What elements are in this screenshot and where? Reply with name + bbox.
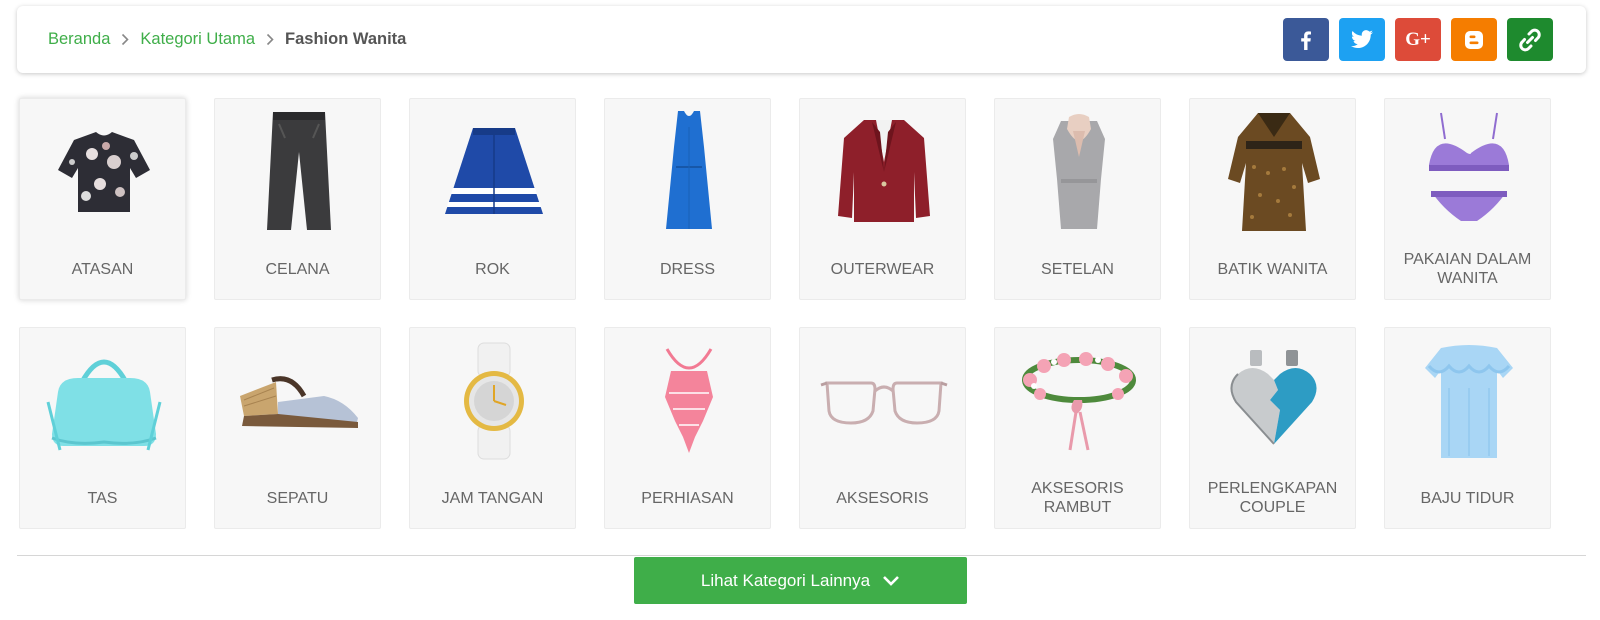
category-label: BAJU TIDUR: [1420, 489, 1515, 507]
category-card-perhiasan[interactable]: PERHIASAN: [604, 327, 771, 529]
lingerie-icon: [1385, 99, 1552, 244]
share-blogger-button[interactable]: [1451, 18, 1497, 61]
handbag-icon: [20, 328, 187, 473]
category-card-pakaian-dalam-wanita[interactable]: PAKAIAN DALAM WANITA: [1384, 98, 1551, 300]
see-more-categories-button[interactable]: Lihat Kategori Lainnya: [634, 557, 967, 604]
batik-dress-icon: [1190, 99, 1357, 244]
category-label: AKSESORIS: [836, 489, 929, 507]
share-link-button[interactable]: [1507, 18, 1553, 61]
category-label: ATASAN: [71, 260, 134, 278]
category-card-outerwear[interactable]: OUTERWEAR: [799, 98, 966, 300]
category-card-celana[interactable]: CELANA: [214, 98, 381, 300]
share-twitter-button[interactable]: [1339, 18, 1385, 61]
wedge-sandal-icon: [215, 328, 382, 473]
skirt-icon: [410, 99, 577, 244]
category-label: PAKAIAN DALAM WANITA: [1403, 251, 1532, 287]
category-label: JAM TANGAN: [441, 489, 544, 507]
category-label: TAS: [87, 489, 118, 507]
twitter-icon: [1351, 29, 1373, 48]
category-card-rok[interactable]: ROK: [409, 98, 576, 300]
category-label: PERHIASAN: [641, 489, 734, 507]
category-label: OUTERWEAR: [830, 260, 935, 278]
category-card-aksesoris[interactable]: AKSESORIS: [799, 327, 966, 529]
breadcrumb: Beranda Kategori Utama Fashion Wanita: [48, 6, 406, 73]
category-card-atasan[interactable]: ATASAN: [19, 98, 186, 300]
blouse-icon: [20, 99, 187, 244]
chevron-right-icon: [121, 33, 130, 46]
share-google-plus-button[interactable]: G+: [1395, 18, 1441, 61]
breadcrumb-home-link[interactable]: Beranda: [48, 30, 110, 49]
dress-icon: [605, 99, 772, 244]
category-label: AKSESORIS RAMBUT: [1031, 480, 1124, 516]
category-label: PERLENGKAPAN COUPLE: [1207, 480, 1338, 516]
chevron-down-icon: [882, 575, 900, 587]
pants-icon: [215, 99, 382, 244]
necklace-icon: [605, 328, 772, 473]
breadcrumb-parent-link[interactable]: Kategori Utama: [140, 30, 255, 49]
share-facebook-button[interactable]: [1283, 18, 1329, 61]
category-label: SEPATU: [266, 489, 329, 507]
category-card-aksesoris-rambut[interactable]: AKSESORIS RAMBUT: [994, 327, 1161, 529]
blazer-icon: [800, 99, 967, 244]
category-label: DRESS: [659, 260, 716, 278]
blogger-icon: [1465, 30, 1483, 49]
eyeglasses-icon: [800, 328, 967, 473]
breadcrumb-bar: Beranda Kategori Utama Fashion Wanita G+: [17, 6, 1586, 73]
category-label: CELANA: [265, 260, 330, 278]
category-card-tas[interactable]: TAS: [19, 327, 186, 529]
category-card-baju-tidur[interactable]: BAJU TIDUR: [1384, 327, 1551, 529]
chevron-right-icon: [266, 33, 274, 46]
link-icon: [1519, 28, 1541, 51]
category-card-dress[interactable]: DRESS: [604, 98, 771, 300]
category-label: BATIK WANITA: [1217, 260, 1328, 278]
flower-crown-icon: [995, 328, 1162, 473]
nightgown-icon: [1385, 328, 1552, 473]
wristwatch-icon: [410, 328, 577, 473]
divider: [17, 555, 1586, 556]
category-label: SETELAN: [1041, 260, 1114, 278]
google-plus-icon: G+: [1405, 28, 1431, 50]
share-buttons: G+: [1283, 18, 1553, 61]
category-card-batik-wanita[interactable]: BATIK WANITA: [1189, 98, 1356, 300]
facebook-icon: [1301, 30, 1311, 50]
category-card-perlengkapan-couple[interactable]: PERLENGKAPAN COUPLE: [1189, 327, 1356, 529]
heart-pendant-icon: [1190, 328, 1357, 473]
category-card-jam-tangan[interactable]: JAM TANGAN: [409, 327, 576, 529]
breadcrumb-current: Fashion Wanita: [285, 30, 407, 48]
category-card-sepatu[interactable]: SEPATU: [214, 327, 381, 529]
see-more-label: Lihat Kategori Lainnya: [700, 570, 871, 590]
suit-set-icon: [995, 99, 1162, 244]
category-label: ROK: [475, 260, 510, 278]
category-card-setelan[interactable]: SETELAN: [994, 98, 1161, 300]
